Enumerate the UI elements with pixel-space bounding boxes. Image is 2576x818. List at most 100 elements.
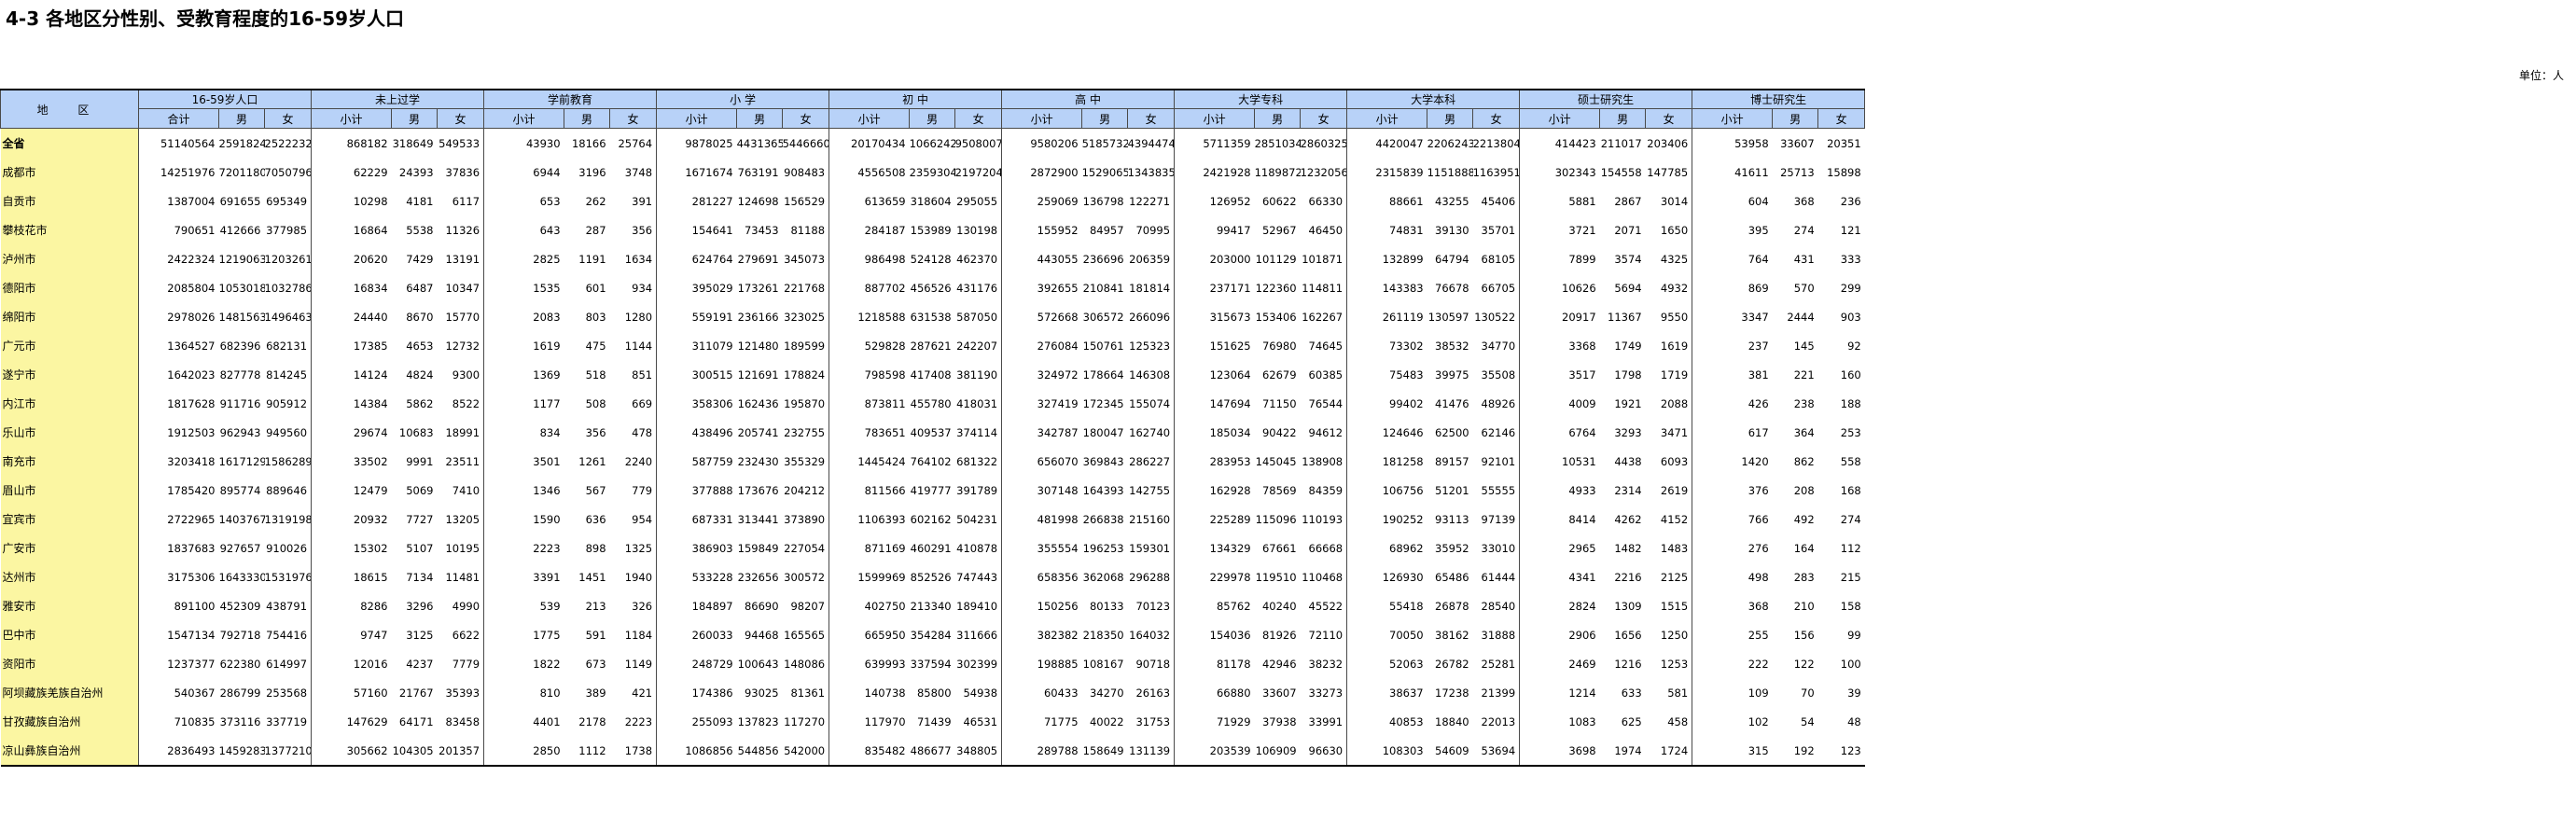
value-cell: 65486 — [1435, 570, 1469, 584]
value-cell: 45406 — [1481, 194, 1516, 208]
value-cell: 3698 — [1519, 736, 1600, 767]
value-cell: 4932 — [1660, 281, 1689, 295]
value-cell: 1590 — [483, 505, 564, 534]
value-cell: 1619 — [1660, 339, 1689, 353]
value-cell: 811566 — [828, 476, 910, 505]
value-cell: 419777 — [910, 483, 952, 497]
value-cell: 2906 — [1519, 620, 1600, 649]
value-cell: 8522 — [452, 396, 480, 410]
value-cell: 205741 — [737, 425, 779, 439]
value-cell: 33991 — [1308, 714, 1344, 728]
value-cell: 1163951 — [1472, 165, 1520, 179]
value-cell: 123064 — [1174, 360, 1255, 389]
value-cell: 119510 — [1255, 570, 1297, 584]
value-cell: 14124 — [311, 360, 392, 389]
value-cell: 122271 — [1129, 194, 1171, 208]
value-cell: 158649 — [1081, 736, 1128, 767]
value-cell: 1599969 — [828, 562, 910, 591]
value-cell: 4181 — [406, 194, 434, 208]
sub-header: 男 — [218, 108, 265, 129]
table-body: 全省51140564259182402522232486818231864954… — [0, 128, 1865, 767]
value-cell: 4431365 — [736, 128, 783, 158]
value-cell: 318604 — [910, 194, 952, 208]
table-row: 成都市 14251976 7201180 7050796 62229 24393 37836… — [0, 158, 1865, 187]
region-cell: 自贡市 — [0, 187, 139, 215]
region-cell: 雅安市 — [0, 591, 139, 620]
region-cell: 乐山市 — [0, 418, 139, 447]
unit-label: 单位：人 — [2519, 69, 2565, 82]
value-cell: 636 — [585, 512, 606, 526]
value-cell: 4990 — [452, 599, 480, 613]
value-cell: 382382 — [1001, 620, 1082, 649]
value-cell: 62146 — [1481, 425, 1516, 439]
value-cell: 539 — [483, 591, 564, 620]
value-cell: 99 — [1847, 628, 1861, 642]
value-cell: 327419 — [1001, 389, 1082, 418]
value-cell: 871169 — [828, 534, 910, 562]
sub-header: 男 — [1427, 108, 1474, 129]
value-cell: 34770 — [1481, 339, 1516, 353]
value-cell: 540367 — [174, 686, 216, 700]
value-cell: 17385 — [311, 331, 392, 360]
value-cell: 377888 — [656, 476, 737, 505]
value-cell: 911716 — [219, 396, 261, 410]
value-cell: 242207 — [956, 339, 998, 353]
value-cell: 155074 — [1129, 396, 1171, 410]
value-cell: 1420 — [1692, 447, 1773, 476]
value-cell: 567 — [585, 483, 606, 497]
value-cell: 201357 — [437, 736, 484, 767]
value-cell: 1319198 — [264, 512, 312, 526]
value-cell: 41476 — [1435, 396, 1469, 410]
value-cell: 140738 — [828, 678, 910, 707]
value-cell: 3574 — [1614, 252, 1642, 266]
region-cell: 绵阳市 — [0, 302, 139, 331]
value-cell: 1822 — [483, 649, 564, 678]
value-cell: 155952 — [1001, 215, 1082, 244]
value-cell: 28540 — [1481, 599, 1516, 613]
sub-header: 小计 — [311, 108, 393, 129]
value-cell: 253568 — [266, 686, 308, 700]
value-cell: 1216 — [1614, 657, 1642, 671]
value-cell: 1189872 — [1254, 165, 1301, 179]
value-cell: 1642023 — [167, 367, 216, 381]
value-cell: 94612 — [1308, 425, 1344, 439]
value-cell: 391 — [632, 194, 653, 208]
sub-header: 女 — [1472, 108, 1521, 129]
value-cell: 9550 — [1660, 310, 1689, 324]
value-cell: 4341 — [1519, 562, 1600, 591]
table-row: 泸州市 2422324 1219063 1203261 20620 7429 13191 28… — [0, 244, 1865, 273]
value-cell: 15770 — [445, 310, 480, 324]
value-cell: 48926 — [1481, 396, 1516, 410]
value-cell: 710835 — [174, 714, 216, 728]
value-cell: 154558 — [1600, 165, 1642, 179]
value-cell: 898 — [585, 541, 606, 555]
value-cell: 31753 — [1135, 714, 1171, 728]
value-cell: 236696 — [1082, 252, 1124, 266]
value-cell: 4009 — [1519, 389, 1600, 418]
value-cell: 22013 — [1481, 714, 1516, 728]
value-cell: 51201 — [1435, 483, 1469, 497]
value-cell: 4325 — [1660, 252, 1689, 266]
value-cell: 54609 — [1427, 736, 1473, 767]
value-cell: 225289 — [1174, 505, 1255, 534]
value-cell: 524128 — [910, 252, 952, 266]
table-row: 雅安市 891100 452309 438791 8286 3296 4990 539 213 3… — [0, 591, 1865, 620]
value-cell: 33502 — [311, 447, 392, 476]
value-cell: 9878025 — [656, 128, 737, 158]
value-cell: 395 — [1692, 215, 1773, 244]
value-cell: 62229 — [311, 158, 392, 187]
value-cell: 46450 — [1308, 223, 1344, 237]
sub-header: 小计 — [1001, 108, 1083, 129]
value-cell: 1719 — [1660, 367, 1689, 381]
value-cell: 5107 — [406, 541, 434, 555]
value-cell: 834 — [483, 418, 564, 447]
sub-header: 女 — [609, 108, 658, 129]
value-cell: 1218588 — [828, 302, 910, 331]
value-cell: 160 — [1840, 367, 1861, 381]
value-cell: 43930 — [483, 128, 564, 158]
value-cell: 131139 — [1127, 736, 1175, 767]
value-cell: 386903 — [656, 534, 737, 562]
value-cell: 24393 — [398, 165, 434, 179]
value-cell: 934 — [632, 281, 653, 295]
value-cell: 1671674 — [656, 158, 737, 187]
